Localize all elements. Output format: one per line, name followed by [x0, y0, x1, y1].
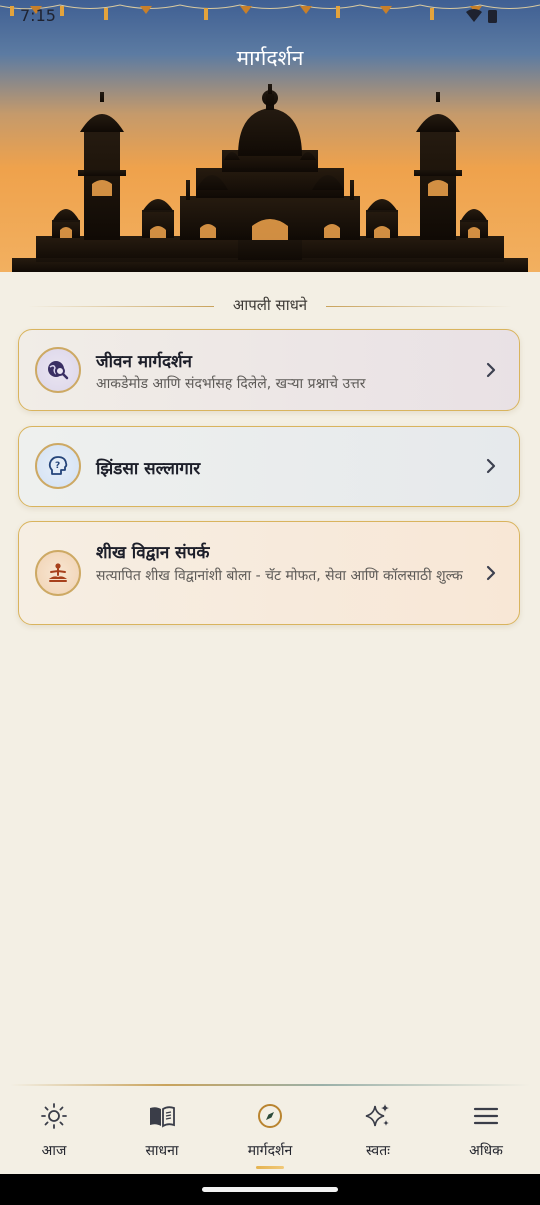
card-title: झिंडसा सल्लागार — [96, 459, 201, 479]
sparkles-icon — [365, 1104, 389, 1127]
nav-item-sadhana[interactable]: साधना — [108, 1086, 216, 1174]
header-banner: 7:15 मार्गदर्शन — [0, 0, 540, 272]
nav-item-more[interactable]: अधिक — [432, 1086, 540, 1174]
home-indicator[interactable] — [202, 1187, 338, 1192]
compass-icon — [258, 1104, 282, 1128]
nav-label: साधना — [145, 1143, 179, 1159]
chevron-right-icon — [486, 565, 496, 581]
book-icon — [150, 1106, 175, 1128]
question-head-icon: ? — [35, 443, 81, 489]
card-zindsa-advisor[interactable]: ? झिंडसा सल्लागार — [18, 426, 520, 507]
section-header: आपली साधने — [28, 294, 512, 318]
nav-item-self[interactable]: स्वतः — [324, 1086, 432, 1174]
card-title: जीवन मार्गदर्शन — [96, 352, 192, 372]
card-subtitle: सत्यापित शीख विद्वानांशी बोला - चॅट मोफत… — [96, 568, 463, 584]
meditation-icon — [35, 550, 81, 596]
menu-icon — [473, 1107, 499, 1125]
card-title: शीख विद्वान संपर्क — [96, 543, 210, 563]
chevron-right-icon — [486, 458, 496, 474]
nav-item-today[interactable]: आज — [0, 1086, 108, 1174]
sun-icon — [41, 1103, 67, 1129]
section-label: आपली साधने — [232, 296, 308, 314]
search-globe-icon — [35, 347, 81, 393]
nav-label: अधिक — [469, 1143, 503, 1159]
svg-text:?: ? — [55, 461, 60, 471]
nav-label: मार्गदर्शन — [247, 1143, 293, 1159]
card-sikh-scholar-connect[interactable]: शीख विद्वान संपर्क सत्यापित शीख विद्वाना… — [18, 521, 520, 625]
card-life-guidance[interactable]: जीवन मार्गदर्शन आकडेमोड आणि संदर्भासह दि… — [18, 329, 520, 411]
nav-active-indicator — [256, 1166, 284, 1169]
card-subtitle: आकडेमोड आणि संदर्भासह दिलेले, खऱ्या प्रश… — [96, 376, 366, 392]
golden-temple-silhouette — [12, 84, 528, 272]
section-divider-right — [326, 306, 512, 307]
nav-item-guidance[interactable]: मार्गदर्शन — [216, 1086, 324, 1174]
chevron-right-icon — [486, 362, 496, 378]
nav-label: स्वतः — [365, 1143, 391, 1159]
nav-label: आज — [41, 1143, 67, 1159]
bottom-nav: आज साधना मार्गदर्शन स्वतः अधिक — [0, 1086, 540, 1174]
